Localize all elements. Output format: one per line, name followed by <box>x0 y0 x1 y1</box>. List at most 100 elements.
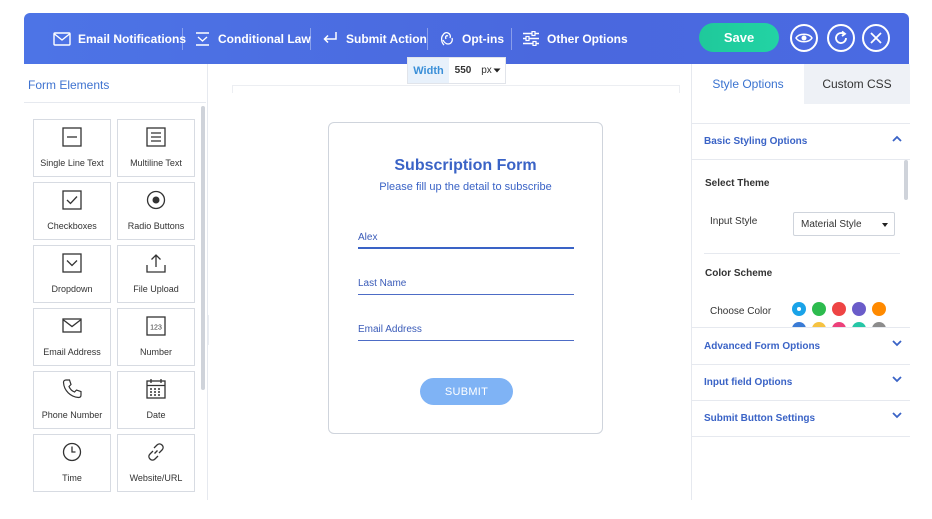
form-elements-panel: Form Elements Single Line Text Multiline… <box>24 64 208 500</box>
reset-button[interactable] <box>827 24 855 52</box>
style-options-scrollbar[interactable] <box>904 160 908 200</box>
toolbar-divider <box>427 28 428 50</box>
form-subtitle: Please fill up the detail to subscribe <box>379 181 552 193</box>
section-input-field[interactable]: Input field Options <box>692 365 910 401</box>
element-label: Multiline Text <box>130 158 182 168</box>
element-email-address[interactable]: Email Address <box>33 308 111 366</box>
email-address-field[interactable]: Email Address <box>358 321 574 341</box>
menu-submit-action-label: Submit Action <box>346 31 427 46</box>
form-preview-card[interactable]: Subscription Form Please fill up the det… <box>328 122 603 434</box>
input-style-select[interactable]: Material Style <box>793 212 895 236</box>
opt-in-icon <box>440 31 453 46</box>
menu-conditional-law-label: Conditional Law <box>218 31 311 46</box>
element-checkboxes[interactable]: Checkboxes <box>33 182 111 240</box>
color-scheme-title: Color Scheme <box>705 268 773 279</box>
element-label: Radio Buttons <box>127 221 185 231</box>
menu-conditional-law[interactable]: Conditional Law <box>194 13 311 64</box>
element-label: Time <box>62 473 82 483</box>
element-website-url[interactable]: Website/URL <box>117 434 195 492</box>
select-theme-title: Select Theme <box>705 178 770 189</box>
color-swatch[interactable] <box>792 322 806 327</box>
color-swatch[interactable] <box>812 322 826 327</box>
basic-styling-content: Select Theme Input Style Material Style … <box>692 160 910 328</box>
color-swatch[interactable] <box>852 322 866 327</box>
email-address-placeholder: Email Address <box>358 324 422 335</box>
toolbar-divider <box>182 28 183 50</box>
element-multiline-text[interactable]: Multiline Text <box>117 119 195 177</box>
caret-down-icon <box>493 68 501 73</box>
section-submit-button[interactable]: Submit Button Settings <box>692 401 910 437</box>
section-basic-styling-label: Basic Styling Options <box>704 136 808 147</box>
section-submit-button-label: Submit Button Settings <box>704 413 816 424</box>
canvas-width-guide-left <box>232 85 233 93</box>
checkbox-icon <box>62 190 82 210</box>
color-swatch-selected[interactable] <box>792 302 806 316</box>
close-button[interactable] <box>862 24 890 52</box>
choose-color-label: Choose Color <box>710 306 772 317</box>
refresh-icon <box>835 30 847 44</box>
number-icon: 123 <box>146 316 166 336</box>
email-icon <box>62 318 82 333</box>
menu-other-options-label: Other Options <box>547 31 628 46</box>
element-time[interactable]: Time <box>33 434 111 492</box>
save-button[interactable]: Save <box>699 23 779 52</box>
width-value-input[interactable]: 550 <box>449 58 477 83</box>
menu-other-options[interactable]: Other Options <box>522 13 628 64</box>
element-number[interactable]: 123 Number <box>117 308 195 366</box>
radio-icon <box>146 190 166 210</box>
panel-divider <box>24 102 206 103</box>
menu-email-notifications-label: Email Notifications <box>78 31 187 46</box>
link-icon <box>148 443 164 461</box>
form-title: Subscription Form <box>394 157 537 174</box>
chevron-up-icon <box>892 135 902 142</box>
element-label: Dropdown <box>51 284 93 294</box>
single-line-icon <box>62 127 82 147</box>
chevron-down-icon <box>892 340 902 347</box>
first-name-value: Alex <box>358 232 378 243</box>
number-icon-text: 123 <box>150 325 162 332</box>
section-advanced-form[interactable]: Advanced Form Options <box>692 329 910 365</box>
element-single-line-text[interactable]: Single Line Text <box>33 119 111 177</box>
panel-divider <box>704 253 900 254</box>
color-swatch[interactable] <box>872 322 886 327</box>
menu-email-notifications[interactable]: Email Notifications <box>53 13 186 64</box>
toolbar-divider <box>310 28 311 50</box>
element-phone-number[interactable]: Phone Number <box>33 371 111 429</box>
sliders-icon <box>523 31 539 46</box>
section-advanced-form-label: Advanced Form Options <box>704 341 821 352</box>
color-swatch[interactable] <box>852 302 866 316</box>
chevron-down-icon <box>892 376 902 383</box>
element-file-upload[interactable]: File Upload <box>117 245 195 303</box>
submit-button[interactable]: SUBMIT <box>420 378 513 405</box>
canvas-width-guide <box>232 85 679 86</box>
color-swatch[interactable] <box>812 302 826 316</box>
clock-icon <box>62 442 82 462</box>
element-label: Email Address <box>43 347 101 357</box>
first-name-field[interactable]: Alex <box>358 229 574 249</box>
section-input-field-label: Input field Options <box>704 377 793 388</box>
element-dropdown[interactable]: Dropdown <box>33 245 111 303</box>
color-swatch[interactable] <box>832 322 846 327</box>
conditional-icon <box>196 31 209 46</box>
color-swatch[interactable] <box>872 302 886 316</box>
caret-down-icon <box>882 223 888 227</box>
width-unit-select[interactable]: px <box>477 58 505 83</box>
section-basic-styling[interactable]: Basic Styling Options <box>692 124 910 160</box>
color-swatch[interactable] <box>832 302 846 316</box>
upload-icon <box>146 254 166 273</box>
last-name-field[interactable]: Last Name <box>358 275 574 295</box>
tab-style-options[interactable]: Style Options <box>692 64 804 104</box>
element-date[interactable]: Date <box>117 371 195 429</box>
toolbar-divider <box>511 28 512 50</box>
width-unit-value: px <box>481 65 492 76</box>
preview-button[interactable] <box>790 24 818 52</box>
submit-arrow-icon <box>323 32 337 44</box>
tab-custom-css[interactable]: Custom CSS <box>804 64 910 104</box>
element-label: Number <box>139 347 172 357</box>
input-style-label: Input Style <box>710 216 758 227</box>
element-radio-buttons[interactable]: Radio Buttons <box>117 182 195 240</box>
elements-scrollbar[interactable] <box>201 106 205 390</box>
style-options-panel: Style Options Custom CSS Basic Styling O… <box>691 64 910 500</box>
width-label: Width <box>408 58 449 83</box>
menu-opt-ins-label: Opt-ins <box>462 31 504 46</box>
